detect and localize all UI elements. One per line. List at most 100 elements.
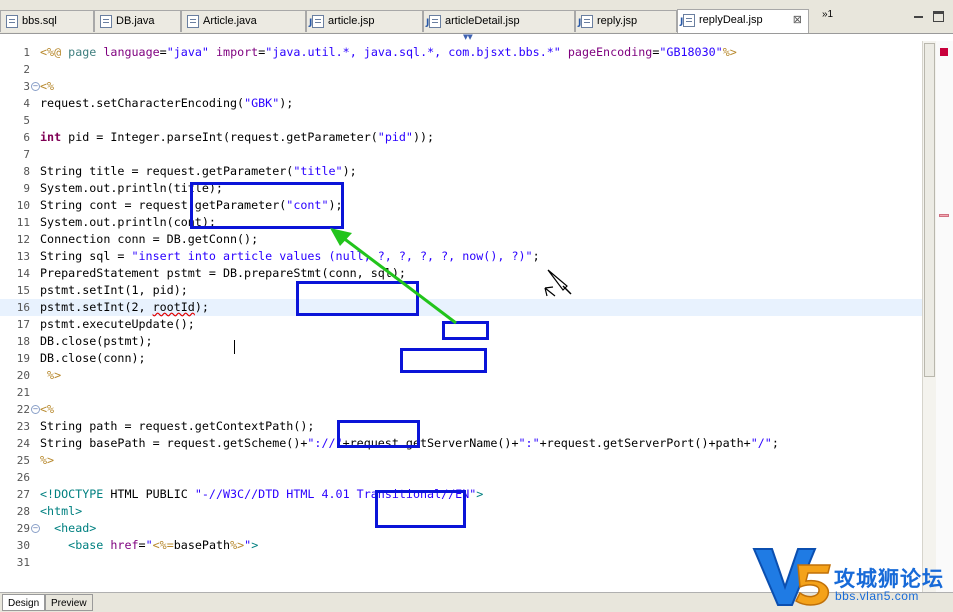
line-number: 26 — [16, 471, 30, 484]
line-number: 15 — [16, 284, 30, 297]
fold-toggle-icon[interactable]: − — [31, 405, 40, 414]
code-text: PreparedStatement pstmt = DB.prepareStmt… — [40, 266, 406, 280]
line-number: 20 — [16, 369, 30, 382]
tab-preview[interactable]: Preview — [45, 594, 93, 611]
jsp-file-icon: J — [426, 15, 441, 28]
code-line[interactable]: 21 — [0, 384, 922, 401]
editor-tab-bar: bbs.sql DB.java Article.java Jarticle.jsp Ja… — [0, 0, 953, 34]
tab-db-java[interactable]: DB.java — [94, 10, 181, 32]
code-text: <html> — [40, 504, 83, 518]
overview-ruler[interactable] — [936, 41, 953, 592]
maximize-button[interactable] — [933, 11, 944, 22]
tab-article-java[interactable]: Article.java — [181, 10, 306, 32]
code-text: String sql = "insert into article values… — [40, 249, 540, 263]
code-line[interactable]: 26 — [0, 469, 922, 486]
annotation-box — [337, 420, 420, 448]
line-number: 9 — [23, 182, 30, 195]
minimize-button[interactable] — [913, 11, 924, 22]
code-line[interactable]: 16 pstmt.setInt(2, rootId); — [0, 299, 922, 316]
annotation-box — [296, 281, 419, 316]
line-number: 7 — [23, 148, 30, 161]
code-line[interactable]: 14 PreparedStatement pstmt = DB.prepareSt… — [0, 265, 922, 282]
code-line[interactable]: 5 — [0, 112, 922, 129]
tab-replydeal-jsp[interactable]: JreplyDeal.jsp ⊠ — [677, 9, 809, 33]
scrollbar-thumb[interactable] — [924, 43, 935, 377]
code-text: pstmt.setInt(2, rootId); — [40, 300, 209, 314]
tab-reply-jsp[interactable]: Jreply.jsp — [575, 10, 677, 32]
annotation-box — [375, 490, 466, 528]
code-text: int pid = Integer.parseInt(request.getPa… — [40, 130, 435, 144]
code-line[interactable]: 1 <%@ page language="java" import="java.u… — [0, 44, 922, 61]
error-marker[interactable] — [939, 214, 949, 217]
code-line[interactable]: 9 System.out.println(title); — [0, 180, 922, 197]
code-text: <%@ page language="java" import="java.ut… — [40, 45, 737, 59]
code-line[interactable]: 11 System.out.println(cont); — [0, 214, 922, 231]
tab-articledetail-jsp[interactable]: JarticleDetail.jsp — [423, 10, 575, 32]
collapse-editor-icon[interactable]: ▼▼ — [463, 33, 473, 41]
line-number: 4 — [23, 97, 30, 110]
java-file-icon — [100, 15, 112, 28]
code-line[interactable]: 13 String sql = "insert into article valu… — [0, 248, 922, 265]
tab-article-jsp[interactable]: Jarticle.jsp — [306, 10, 423, 32]
code-text: pstmt.executeUpdate(); — [40, 317, 195, 331]
vertical-scrollbar[interactable] — [922, 41, 937, 592]
code-line[interactable]: 12 Connection conn = DB.getConn(); — [0, 231, 922, 248]
tab-label: replyDeal.jsp — [699, 14, 763, 26]
line-number: 14 — [16, 267, 30, 280]
vlan5-watermark-logo: 攻城狮论坛 bbs.vlan5.com — [752, 543, 952, 608]
tab-label: DB.java — [116, 15, 155, 27]
line-number: 21 — [16, 386, 30, 399]
code-text: String path = request.getContextPath(); — [40, 419, 315, 433]
fold-toggle-icon[interactable]: − — [31, 524, 40, 533]
code-line[interactable]: 7 — [0, 146, 922, 163]
code-text: request.setCharacterEncoding("GBK"); — [40, 96, 294, 110]
code-line[interactable]: 8 String title = request.getParameter("ti… — [0, 163, 922, 180]
tab-bbs-sql[interactable]: bbs.sql — [0, 10, 94, 32]
code-text: <head> — [54, 521, 97, 535]
tab-label: Article.java — [203, 15, 257, 27]
code-line[interactable]: 23 String path = request.getContextPath()… — [0, 418, 922, 435]
code-line[interactable]: 3− <% — [0, 78, 922, 95]
java-file-icon — [187, 15, 199, 28]
line-number: 13 — [16, 250, 30, 263]
code-line[interactable]: 6 int pid = Integer.parseInt(request.getP… — [0, 129, 922, 146]
code-text: Connection conn = DB.getConn(); — [40, 232, 259, 246]
tab-label: articleDetail.jsp — [445, 15, 520, 27]
fold-toggle-icon[interactable]: − — [31, 82, 40, 91]
code-line[interactable]: 25 %> — [0, 452, 922, 469]
error-indicator-icon[interactable] — [940, 48, 948, 56]
annotation-box — [442, 321, 489, 340]
tab-label: article.jsp — [328, 15, 375, 27]
v5-logo-icon — [752, 548, 831, 606]
close-tab-icon[interactable]: ⊠ — [793, 10, 802, 31]
line-number: 23 — [16, 420, 30, 433]
code-text: DB.close(conn); — [40, 351, 146, 365]
line-number: 5 — [23, 114, 30, 127]
line-number: 10 — [16, 199, 30, 212]
line-number: 6 — [23, 131, 30, 144]
line-number: 29 — [16, 522, 30, 535]
code-line[interactable]: 22− <% — [0, 401, 922, 418]
code-line[interactable]: 2 — [0, 61, 922, 78]
jsp-file-icon: J — [578, 15, 593, 28]
code-text: %> — [40, 453, 55, 467]
code-text: String title = request.getParameter("tit… — [40, 164, 357, 178]
jsp-file-icon: J — [309, 15, 324, 28]
code-text: DB.close(pstmt); — [40, 334, 153, 348]
code-line[interactable]: 10 String cont = request.getParameter("co… — [0, 197, 922, 214]
line-number: 28 — [16, 505, 30, 518]
tab-design[interactable]: Design — [2, 594, 46, 611]
annotation-box — [190, 182, 344, 229]
code-line[interactable]: 15 pstmt.setInt(1, pid); — [0, 282, 922, 299]
jsp-file-icon: J — [680, 14, 695, 27]
code-text: <base href="<%=basePath%>"> — [68, 538, 259, 552]
line-number: 17 — [16, 318, 30, 331]
tab-overflow-indicator[interactable]: »1 — [822, 9, 833, 20]
line-number: 19 — [16, 352, 30, 365]
tab-label: reply.jsp — [597, 15, 638, 27]
line-number: 25 — [16, 454, 30, 467]
line-number: 8 — [23, 165, 30, 178]
code-line[interactable]: 4 request.setCharacterEncoding("GBK"); — [0, 95, 922, 112]
watermark-url-text: bbs.vlan5.com — [835, 589, 919, 603]
code-line[interactable]: 24 String basePath = request.getScheme()+… — [0, 435, 922, 452]
